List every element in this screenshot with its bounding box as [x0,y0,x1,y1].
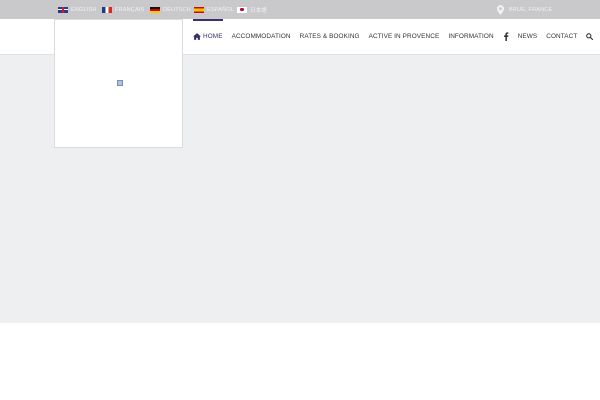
language-label: Deutsch [163,6,191,13]
site-logo[interactable] [54,19,183,148]
japan-flag-icon [237,6,247,13]
language-label: 日本語 [250,7,268,14]
facebook-icon [503,32,509,41]
language-label: Français [115,6,145,13]
nav-information[interactable]: Information [448,19,493,54]
nav-label: Contact [546,33,578,40]
nav-label: Home [203,33,223,40]
language-english[interactable]: English [58,0,97,19]
language-label: English [71,6,97,13]
language-label: Español [207,6,234,13]
nav-label: Accommodation [231,33,291,40]
search-icon [586,33,594,40]
map-pin-icon [497,4,504,15]
nav-facebook[interactable] [503,19,509,54]
spain-flag-icon [194,6,204,13]
uk-flag-icon [58,6,68,13]
nav-rates-booking[interactable]: Rates & Booking [300,19,360,54]
location-label: Brue, France [509,6,553,13]
broken-image-icon [117,80,123,86]
language-french[interactable]: Français [102,0,144,19]
nav-search[interactable] [586,19,594,54]
home-icon [193,33,201,40]
top-bar: English Français Deutsch Español 日本語 Bru… [0,0,600,19]
nav-home[interactable]: Home [193,19,223,54]
nav-news[interactable]: News [518,19,538,54]
france-flag-icon [102,6,112,13]
language-spanish[interactable]: Español [194,0,234,19]
nav-label: News [517,33,538,40]
nav-accommodation[interactable]: Accommodation [232,19,291,54]
nav-contact[interactable]: Contact [546,19,577,54]
nav-active-in-provence[interactable]: Active in Provence [369,19,440,54]
language-german[interactable]: Deutsch [150,0,191,19]
location: Brue, France [497,0,552,19]
nav-label: Active in Provence [368,33,440,40]
nav-label: Information [448,33,494,40]
language-japanese[interactable]: 日本語 [237,0,267,19]
nav-label: Rates & Booking [299,33,360,40]
germany-flag-icon [150,6,160,13]
main-nav: Home Accommodation Rates & Booking Activ… [193,19,600,54]
